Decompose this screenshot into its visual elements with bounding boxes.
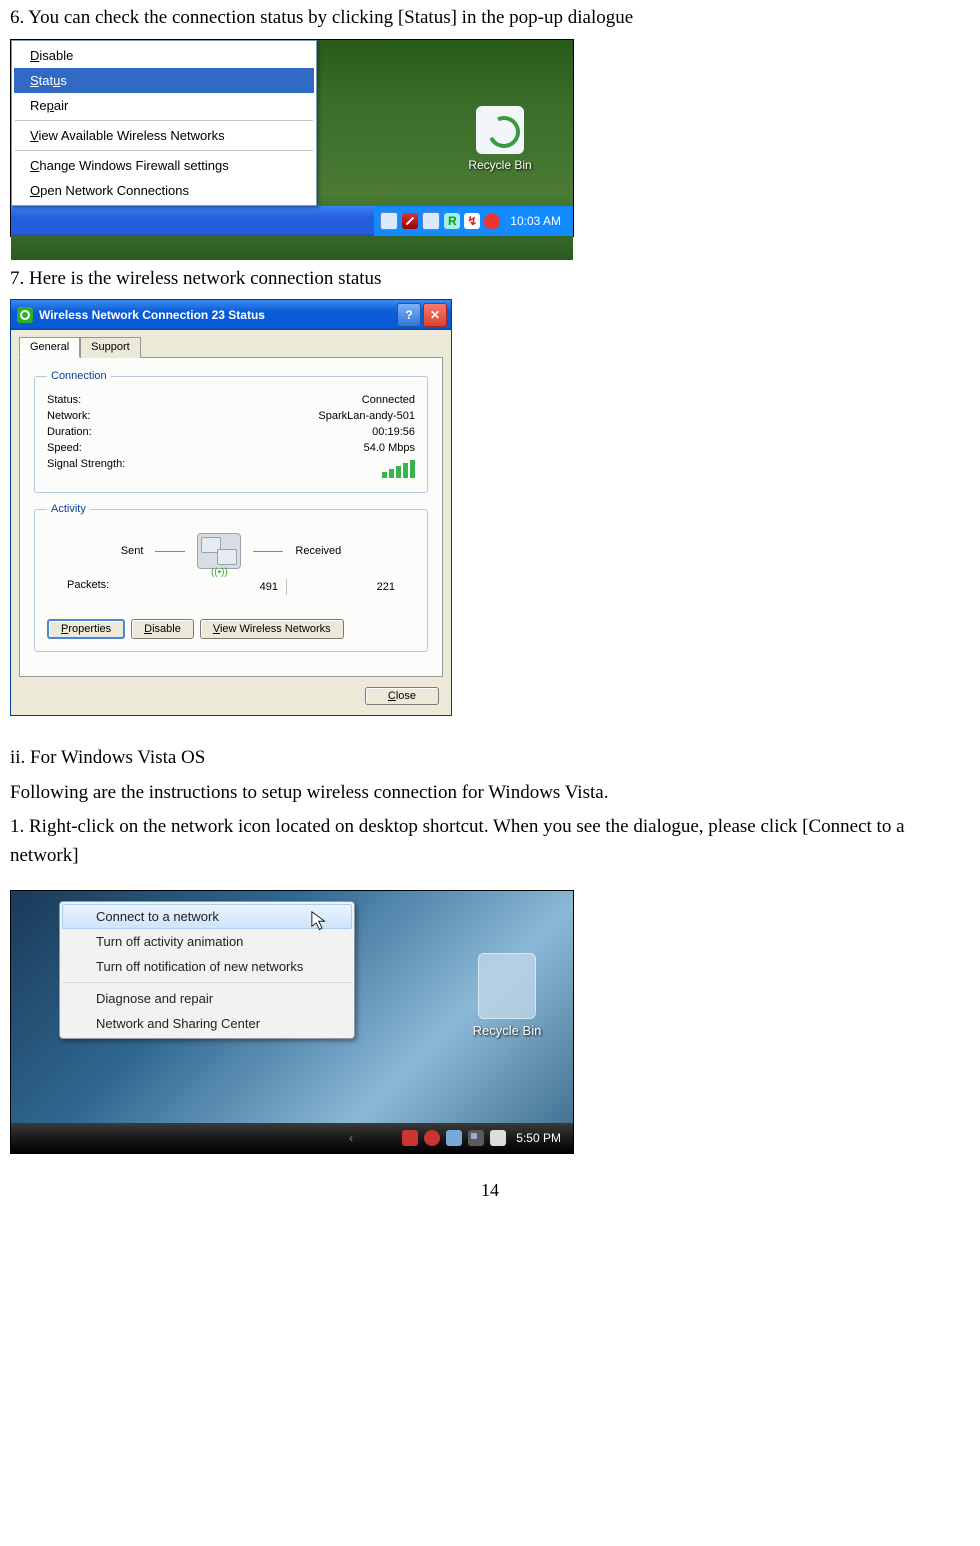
properties-button[interactable]: Properties — [47, 619, 125, 639]
r-tray-icon[interactable]: R — [444, 213, 460, 229]
menu-network-center[interactable]: Network and Sharing Center — [62, 1011, 352, 1036]
speed-label: Speed: — [47, 442, 82, 454]
duration-value: 00:19:56 — [372, 426, 415, 438]
sent-label: Sent — [121, 545, 144, 557]
screenshot-xp-context-menu: Recycle Bin Disable Status Repair View A… — [10, 39, 574, 237]
packets-recv-value: 221 — [295, 581, 395, 593]
received-label: Received — [295, 545, 341, 557]
divider-icon — [286, 579, 287, 595]
menu-diagnose-repair[interactable]: Diagnose and repair — [62, 986, 352, 1011]
vista-step1: 1. Right-click on the network icon locat… — [10, 813, 970, 870]
menu-connect-network[interactable]: Connect to a network — [62, 904, 352, 929]
vista-intro: Following are the instructions to setup … — [10, 779, 970, 808]
vista-heading: ii. For Windows Vista OS — [10, 744, 970, 773]
menu-separator — [15, 150, 313, 151]
monitor-icon[interactable] — [422, 212, 440, 230]
menu-open-connections[interactable]: Open Network Connections — [14, 178, 314, 203]
signal-label: Signal Strength: — [47, 458, 125, 478]
title-bar: Wireless Network Connection 23 Status ? … — [11, 300, 451, 330]
clock[interactable]: 10:03 AM — [504, 214, 567, 228]
step7-text: 7. Here is the wireless network connecti… — [10, 265, 970, 294]
network-context-menu: Disable Status Repair View Available Wir… — [11, 40, 317, 206]
wireless-title-icon — [17, 307, 33, 323]
signal-bars-icon — [382, 458, 415, 478]
recycle-bin-icon — [478, 953, 536, 1019]
menu-disable[interactable]: Disable — [14, 43, 314, 68]
close-window-button[interactable]: ✕ — [423, 303, 447, 327]
tab-support[interactable]: Support — [80, 337, 141, 358]
tab-strip: General Support Connection Status:Connec… — [11, 330, 451, 677]
security-shield-icon[interactable] — [484, 213, 500, 229]
window-title: Wireless Network Connection 23 Status — [39, 308, 265, 322]
menu-status[interactable]: Status — [14, 68, 314, 93]
system-tray: R ↯ 10:03 AM — [374, 206, 573, 236]
menu-repair[interactable]: Repair — [14, 93, 314, 118]
disable-button[interactable]: Disable — [131, 619, 194, 639]
recycle-bin-label: Recycle Bin — [457, 1023, 557, 1038]
packets-label: Packets: — [67, 579, 109, 595]
network-context-menu: Connect to a network Turn off activity a… — [59, 901, 355, 1039]
view-wireless-button[interactable]: View Wireless Networks — [200, 619, 344, 639]
display-icon[interactable] — [446, 1130, 462, 1146]
network-label: Network: — [47, 410, 90, 422]
vista-taskbar: ‹ 5:50 PM — [11, 1123, 573, 1153]
screenshot-vista-context-menu: Recycle Bin Connect to a network Turn of… — [10, 890, 574, 1154]
line-icon — [155, 551, 185, 552]
activity-group: Activity Sent ((•)) Received Packets: 49… — [34, 503, 428, 652]
page-number: 14 — [10, 1154, 970, 1201]
activity-legend: Activity — [47, 503, 90, 515]
menu-separator — [63, 982, 351, 983]
vista-recycle-bin[interactable]: Recycle Bin — [457, 953, 557, 1038]
packets-sent-value: 491 — [178, 581, 278, 593]
menu-turn-off-notification[interactable]: Turn off notification of new networks — [62, 954, 352, 979]
speed-value: 54.0 Mbps — [364, 442, 415, 454]
menu-separator — [15, 120, 313, 121]
step6-text: 6. You can check the connection status b… — [10, 4, 970, 33]
help-button[interactable]: ? — [397, 303, 421, 327]
tab-panel-general: Connection Status: Connected Network: Spar… — [19, 357, 443, 677]
network-tray-icon[interactable] — [468, 1130, 484, 1146]
volume-icon[interactable] — [490, 1130, 506, 1146]
alert-icon[interactable] — [424, 1130, 440, 1146]
recycle-bin-icon — [476, 106, 524, 154]
status-value: Connected — [362, 394, 415, 406]
duration-label: Duration: — [47, 426, 92, 438]
clock[interactable]: 5:50 PM — [512, 1131, 565, 1145]
network-disconnected-icon[interactable] — [402, 213, 418, 229]
close-button[interactable]: Close — [365, 687, 439, 705]
screenshot-status-dialog: Wireless Network Connection 23 Status ? … — [10, 299, 452, 716]
network-value: SparkLan-andy-501 — [318, 410, 415, 422]
tab-general[interactable]: General — [19, 337, 80, 358]
recycle-bin[interactable]: Recycle Bin — [455, 106, 545, 172]
wireless-icon[interactable] — [380, 212, 398, 230]
w-tray-icon[interactable]: ↯ — [464, 213, 480, 229]
shield-icon[interactable] — [402, 1130, 418, 1146]
menu-turn-off-animation[interactable]: Turn off activity animation — [62, 929, 352, 954]
xp-taskbar: R ↯ 10:03 AM — [11, 206, 573, 236]
menu-firewall[interactable]: Change Windows Firewall settings — [14, 153, 314, 178]
recycle-bin-label: Recycle Bin — [455, 158, 545, 172]
status-label: Status: — [47, 394, 81, 406]
connection-group: Connection Status: Connected Network: Spar… — [34, 370, 428, 493]
menu-view-networks[interactable]: View Available Wireless Networks — [14, 123, 314, 148]
activity-computers-icon: ((•)) — [197, 533, 241, 569]
line-icon — [253, 551, 283, 552]
connection-legend: Connection — [47, 370, 111, 382]
